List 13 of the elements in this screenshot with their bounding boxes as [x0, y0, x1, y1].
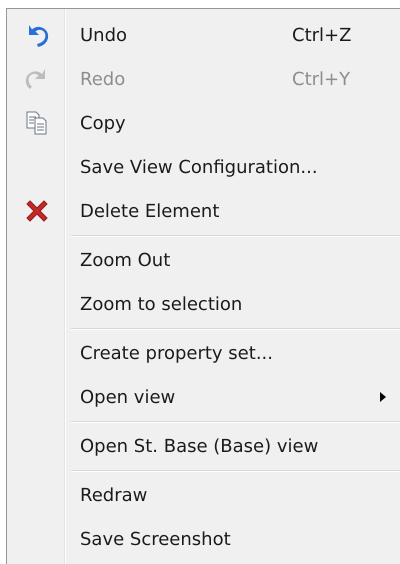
menu-item[interactable]: Save Screenshot: [7, 517, 400, 561]
menu-item[interactable]: Delete Element: [7, 189, 400, 233]
menu-item[interactable]: Open St. Base (Base) view: [7, 424, 400, 468]
delete-icon: [24, 198, 50, 224]
menu-item[interactable]: Open view: [7, 375, 400, 419]
menu-item[interactable]: Zoom to selection: [7, 282, 400, 326]
menu-item[interactable]: Zoom Out: [7, 238, 400, 282]
menu-item[interactable]: Create property set...: [7, 331, 400, 375]
menu-item[interactable]: Save View Configuration...: [7, 145, 400, 189]
copy-icon: [24, 110, 50, 136]
menu-item[interactable]: Undo Ctrl+Z: [7, 13, 400, 57]
menu-item[interactable]: Redraw: [7, 473, 400, 517]
menu-item[interactable]: Copy: [7, 101, 400, 145]
